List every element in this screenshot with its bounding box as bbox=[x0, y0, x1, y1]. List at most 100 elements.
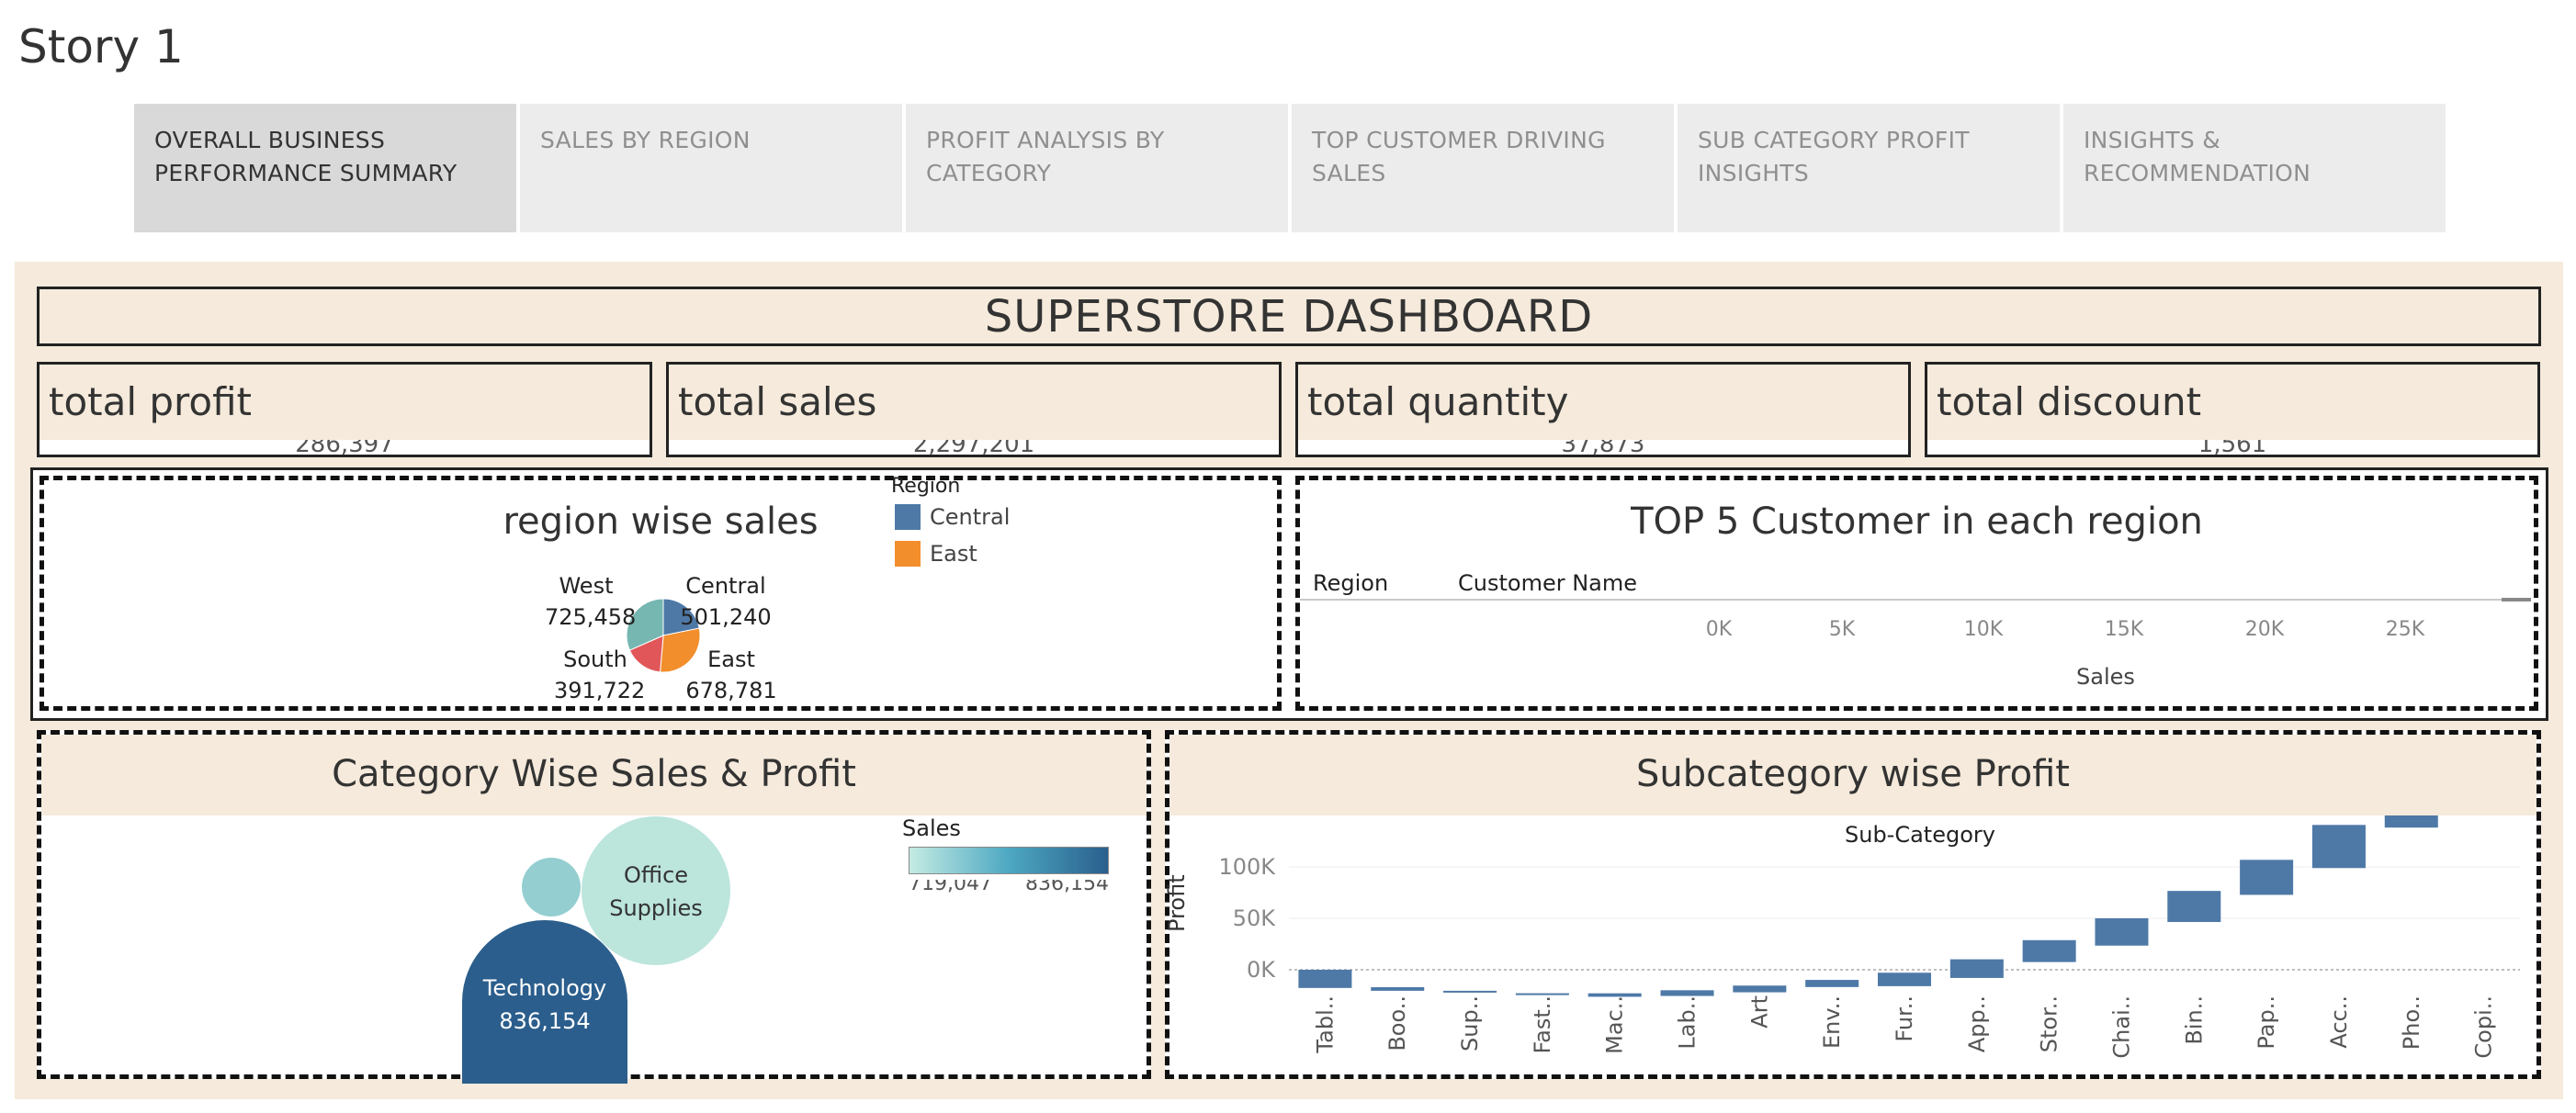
kpi-label: total quantity bbox=[1307, 379, 1569, 424]
top-customers-panel: TOP 5 Customer in each region Region Cus… bbox=[1295, 476, 2538, 711]
scrollbar-handle[interactable] bbox=[2502, 598, 2531, 601]
pie-label-value: 678,781 bbox=[685, 678, 777, 703]
bubble-technology[interactable]: Technology 836,154 bbox=[462, 920, 627, 1084]
x-tick-label: Pap.. bbox=[2254, 995, 2279, 1050]
axis-tick: 25K bbox=[2385, 618, 2425, 641]
x-tick-label: Boo.. bbox=[1384, 995, 1410, 1051]
east-legend-swatch bbox=[895, 541, 921, 567]
top-customers-title: TOP 5 Customer in each region bbox=[1631, 500, 2203, 543]
kpi-total-profit[interactable]: total profit 286,397 bbox=[37, 362, 652, 457]
column-header-region: Region bbox=[1313, 570, 1389, 596]
central-legend-swatch bbox=[895, 504, 921, 530]
pie-label-name: Central bbox=[685, 573, 766, 599]
bar-10[interactable] bbox=[2022, 939, 2076, 962]
tab-overall-business-performance-summary[interactable]: OVERALL BUSINESS PERFORMANCE SUMMARY bbox=[134, 104, 516, 232]
x-tick-label: Env.. bbox=[1819, 995, 1845, 1049]
x-tick-label: Pho.. bbox=[2399, 995, 2424, 1050]
dashboard-title: SUPERSTORE DASHBOARD bbox=[984, 291, 1594, 343]
pie-label-south: South 391,722 bbox=[554, 644, 646, 706]
legend-item-central[interactable]: Central bbox=[930, 504, 1010, 530]
sales-legend-title: Sales bbox=[902, 815, 961, 841]
bar-5[interactable] bbox=[1660, 990, 1714, 996]
kpi-label: total sales bbox=[678, 379, 877, 424]
y-tick-label: 100K bbox=[1218, 854, 1276, 880]
pie-label-name: West bbox=[559, 573, 614, 599]
story-title: Story 1 bbox=[18, 20, 184, 73]
bar-15[interactable] bbox=[2384, 815, 2438, 828]
pie-label-east: East 678,781 bbox=[685, 644, 777, 706]
tab-sub-category-profit-insights[interactable]: SUB CATEGORY PROFIT INSIGHTS bbox=[1678, 104, 2060, 232]
sales-legend-max: 836,154 bbox=[1025, 880, 1109, 893]
subcategory-panel: Subcategory wise Profit Sub-Category Pro… bbox=[1164, 730, 2541, 1079]
subcategory-title: Subcategory wise Profit bbox=[1636, 753, 2070, 795]
kpi-total-sales[interactable]: total sales 2,297,201 bbox=[666, 362, 1282, 457]
axis-tick: 0K bbox=[1705, 618, 1733, 641]
x-tick-label: Fur.. bbox=[1892, 995, 1917, 1042]
x-tick-label: App.. bbox=[1964, 995, 1990, 1052]
bubble-furniture[interactable] bbox=[522, 858, 581, 916]
bar-11[interactable] bbox=[2095, 917, 2149, 946]
x-tick-label: Chai.. bbox=[2108, 995, 2134, 1059]
bubble-office-supplies[interactable]: Office Supplies bbox=[582, 816, 730, 965]
kpi-value-strip: 1,561 bbox=[1927, 440, 2537, 457]
column-header-customer-name: Customer Name bbox=[1458, 570, 1638, 596]
bar-8[interactable] bbox=[1878, 972, 1931, 986]
kpi-total-discount[interactable]: total discount 1,561 bbox=[1925, 362, 2540, 457]
category-title: Category Wise Sales & Profit bbox=[332, 753, 856, 795]
bubble-label-line: Office bbox=[623, 862, 689, 888]
sales-legend-range: 719,047 836,154 bbox=[909, 880, 1109, 893]
bar-14[interactable] bbox=[2311, 825, 2366, 869]
axis-tick: 20K bbox=[2244, 618, 2285, 641]
bar-13[interactable] bbox=[2240, 860, 2294, 895]
pie-label-value: 501,240 bbox=[680, 604, 772, 630]
bar-0[interactable] bbox=[1298, 970, 1352, 988]
tab-top-customer-driving-sales[interactable]: TOP CUSTOMER DRIVING SALES bbox=[1292, 104, 1674, 232]
region-sales-panel: region wise sales Region Central East We… bbox=[40, 475, 1282, 711]
x-tick-label: Stor.. bbox=[2037, 995, 2062, 1052]
kpi-value-strip: 37,873 bbox=[1298, 440, 1908, 457]
kpi-value: 1,561 bbox=[2198, 440, 2267, 457]
pie-label-central: Central 501,240 bbox=[680, 570, 772, 633]
kpi-total-quantity[interactable]: total quantity 37,873 bbox=[1295, 362, 1911, 457]
x-tick-label: Tabl.. bbox=[1312, 995, 1338, 1054]
x-tick-label: Acc.. bbox=[2326, 995, 2352, 1049]
kpi-label: total profit bbox=[49, 379, 253, 424]
tab-profit-analysis-by-category[interactable]: PROFIT ANALYSIS BY CATEGORY bbox=[906, 104, 1288, 232]
x-tick-label: Mac.. bbox=[1602, 995, 1628, 1054]
x-tick-label: Fast.. bbox=[1530, 995, 1555, 1053]
bar-12[interactable] bbox=[2167, 891, 2221, 923]
pie-label-value: 725,458 bbox=[545, 604, 637, 630]
axis-tick: 15K bbox=[2104, 618, 2144, 641]
tab-insights-and-recommendation[interactable]: INSIGHTS & RECOMMENDATION bbox=[2063, 104, 2446, 232]
bar-2[interactable] bbox=[1443, 990, 1497, 993]
pie-label-west: West 725,458 bbox=[545, 570, 637, 633]
bar-7[interactable] bbox=[1805, 980, 1859, 987]
y-tick-label: 0K bbox=[1247, 957, 1276, 983]
bar-9[interactable] bbox=[1949, 959, 2004, 978]
axis-tick: 5K bbox=[1828, 618, 1856, 641]
sales-legend-min: 719,047 bbox=[909, 880, 992, 893]
dashboard-title-box: SUPERSTORE DASHBOARD bbox=[37, 287, 2541, 346]
tab-sales-by-region[interactable]: SALES BY REGION bbox=[520, 104, 902, 232]
bar-1[interactable] bbox=[1371, 987, 1425, 991]
x-tick-label: Art bbox=[1746, 995, 1772, 1029]
x-tick-label: Lab.. bbox=[1675, 995, 1700, 1050]
axis-tick: 10K bbox=[1963, 618, 2004, 641]
subcategory-profit-chart[interactable]: 100K 50K 0K Tabl.. Boo.. Sup.. Fast.. Mac.. Lab.… bbox=[1169, 815, 2536, 1074]
sales-color-legend[interactable] bbox=[909, 847, 1109, 874]
pie-label-name: South bbox=[563, 646, 627, 672]
bar-6[interactable] bbox=[1733, 985, 1787, 993]
kpi-label: total discount bbox=[1937, 379, 2202, 424]
bubble-label-line: Supplies bbox=[609, 895, 703, 921]
bar-3[interactable] bbox=[1515, 993, 1569, 995]
kpi-value: 37,873 bbox=[1561, 440, 1645, 457]
x-tick-label: Copi.. bbox=[2471, 995, 2497, 1059]
bubble-label-name: Technology bbox=[482, 975, 607, 1001]
pie-label-name: East bbox=[707, 646, 755, 672]
legend-item-east[interactable]: East bbox=[930, 541, 977, 567]
kpi-value: 286,397 bbox=[295, 440, 394, 457]
x-tick-label: Bin.. bbox=[2181, 995, 2207, 1045]
pie-label-value: 391,722 bbox=[554, 678, 646, 703]
category-panel: Category Wise Sales & Profit Sales 719,0… bbox=[37, 730, 1151, 1084]
kpi-value: 2,297,201 bbox=[912, 440, 1035, 457]
